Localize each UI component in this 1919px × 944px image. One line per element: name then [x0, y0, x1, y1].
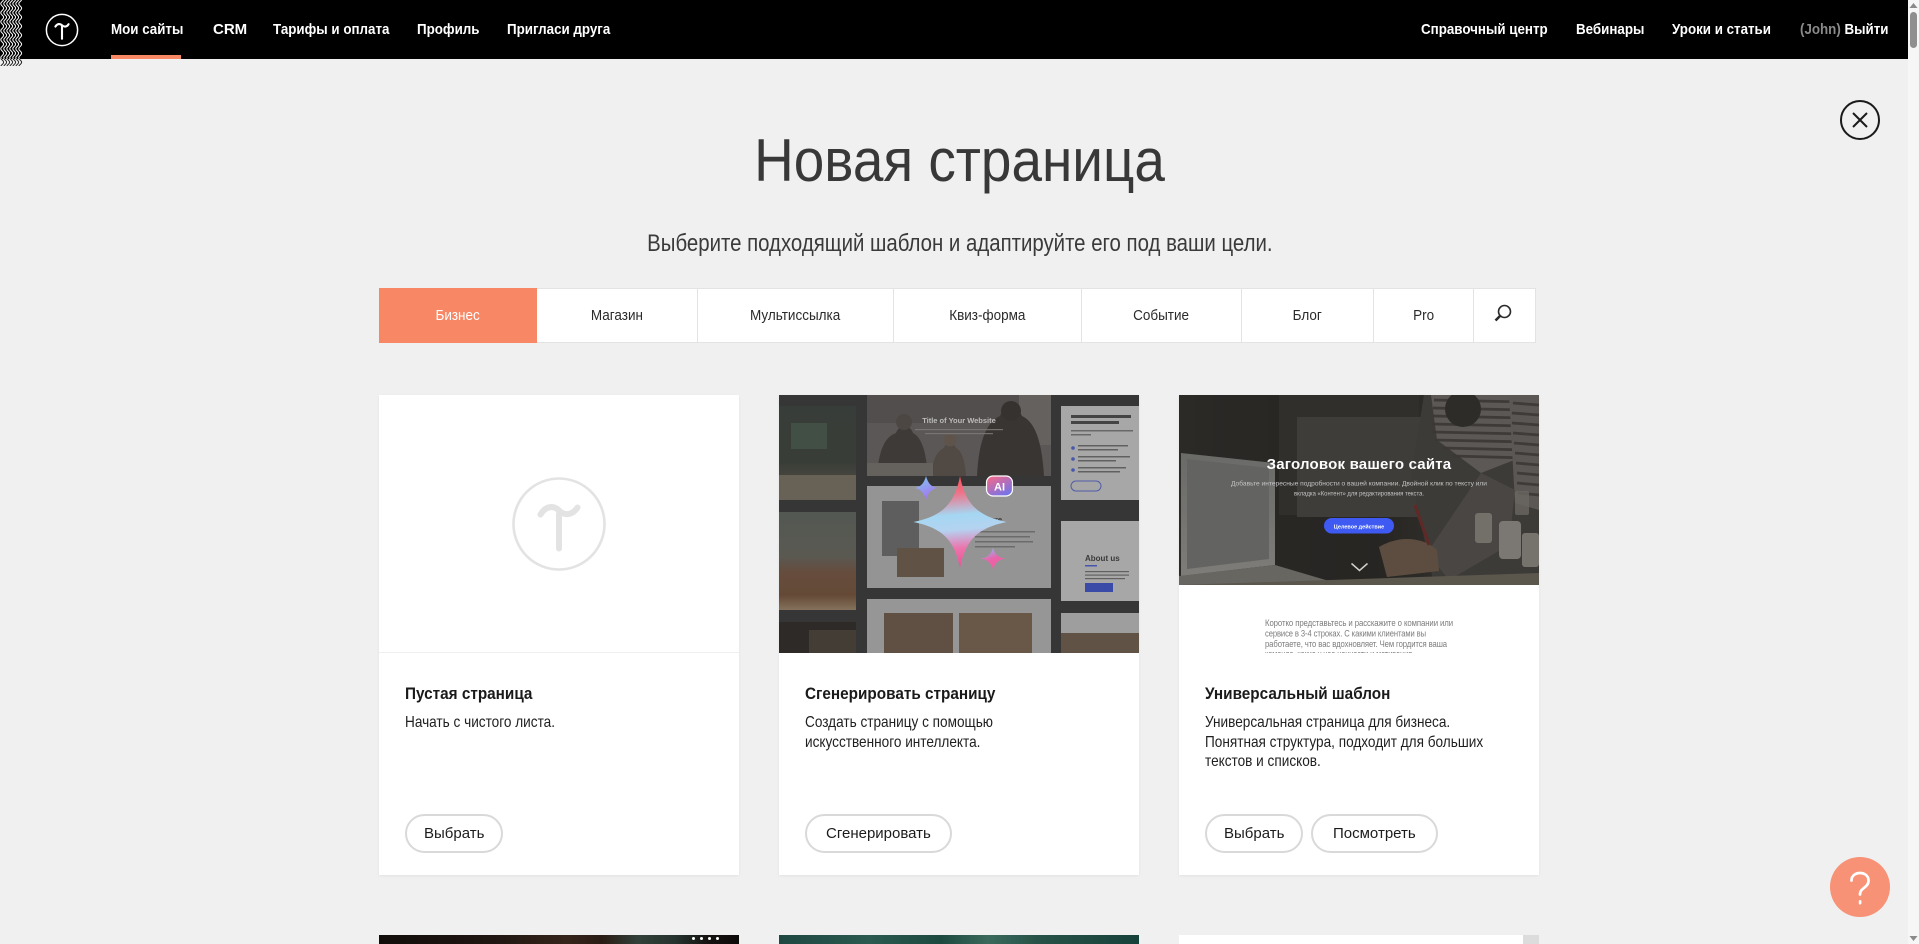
svg-text:Заголовок вашего сайта: Заголовок вашего сайта [1267, 456, 1452, 473]
svg-text:вкладка «Контент» для редактир: вкладка «Контент» для редактирования тек… [1294, 491, 1424, 498]
svg-text:сервисе в 3-4 строках. С каким: сервисе в 3-4 строках. С какими клиентам… [1265, 629, 1426, 639]
svg-text:работаете, что вас вдохновляет: работаете, что вас вдохновляет. Чем горд… [1265, 639, 1447, 649]
svg-text:Коротко представьтесь и расска: Коротко представьтесь и расскажите о ком… [1265, 618, 1453, 628]
svg-text:команда, какие у нее ценности: команда, какие у нее ценности и мотиваци… [1265, 649, 1414, 653]
svg-text:Добавьте интересные подробност: Добавьте интересные подробности о вашей … [1231, 480, 1487, 488]
svg-text:AI: AI [994, 482, 1005, 494]
svg-text:Целевое действие: Целевое действие [1334, 524, 1384, 531]
